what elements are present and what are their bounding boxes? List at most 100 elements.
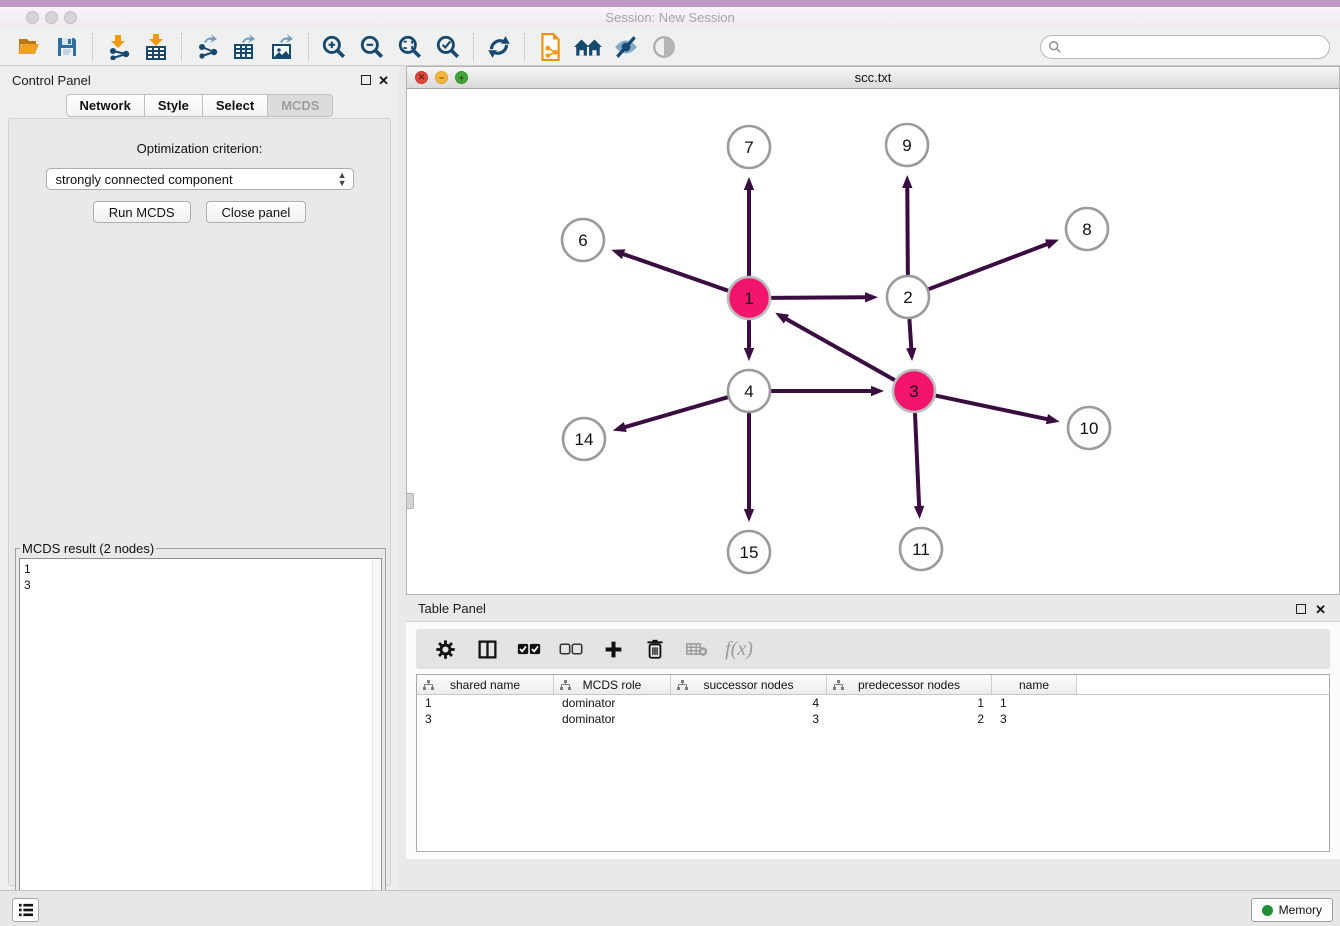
graph-node-9[interactable]: 9: [886, 124, 928, 166]
close-panel-icon[interactable]: ✕: [1315, 602, 1326, 618]
svg-text:9: 9: [902, 136, 911, 155]
svg-text:10: 10: [1080, 419, 1099, 438]
edge-4-14[interactable]: [624, 397, 728, 427]
table-cell[interactable]: 1: [417, 695, 554, 711]
zoom-selected-icon: [434, 34, 462, 60]
columns-button[interactable]: [474, 636, 500, 662]
edge-2-9[interactable]: [907, 187, 908, 275]
close-panel-button[interactable]: Close panel: [206, 201, 307, 223]
edge-3-1[interactable]: [786, 319, 895, 381]
zoom-in-button[interactable]: [315, 31, 353, 63]
memory-label: Memory: [1279, 903, 1322, 917]
network-canvas[interactable]: 7 9 6 8 1 2 4 3 14 10 15 11: [407, 89, 1339, 593]
hide-selected-button[interactable]: [607, 31, 645, 63]
export-table-button[interactable]: [226, 31, 264, 63]
graph-node-1[interactable]: 1: [728, 277, 770, 319]
network-graph[interactable]: 7 9 6 8 1 2 4 3 14 10 15 11: [407, 89, 1339, 593]
column-header-successor-nodes[interactable]: successor nodes: [671, 675, 827, 694]
svg-text:6: 6: [578, 231, 587, 250]
graph-node-2[interactable]: 2: [887, 276, 929, 318]
graph-node-10[interactable]: 10: [1068, 407, 1110, 449]
control-panel-tabs: NetworkStyleSelectMCDS: [0, 94, 399, 117]
network-view-title: scc.txt: [407, 70, 1339, 85]
toolbar-separator: [308, 33, 309, 61]
graph-node-11[interactable]: 11: [900, 528, 942, 570]
table-cell[interactable]: dominator: [554, 695, 671, 711]
edge-1-2[interactable]: [771, 297, 866, 298]
new-network-from-selection-button[interactable]: [531, 31, 569, 63]
table-cell[interactable]: 4: [671, 695, 827, 711]
add-row-button[interactable]: [600, 636, 626, 662]
arrowhead-icon: [865, 292, 878, 302]
node-table[interactable]: shared nameMCDS rolesuccessor nodesprede…: [416, 674, 1330, 852]
task-history-button[interactable]: [12, 898, 39, 922]
svg-text:4: 4: [744, 382, 753, 401]
export-image-icon: [269, 34, 297, 60]
edge-3-11[interactable]: [915, 413, 919, 507]
close-panel-icon[interactable]: ✕: [378, 73, 389, 89]
edge-2-3[interactable]: [909, 319, 911, 349]
select-all-button[interactable]: [516, 636, 542, 662]
edge-1-6[interactable]: [623, 254, 729, 291]
graph-node-6[interactable]: 6: [562, 219, 604, 261]
zoom-in-icon: [320, 34, 348, 60]
arrowhead-icon: [611, 249, 625, 259]
deselect-all-button[interactable]: [558, 636, 584, 662]
table-cell[interactable]: 3: [671, 711, 827, 727]
mcds-result-text[interactable]: 1 3: [19, 558, 382, 915]
table-cell[interactable]: 2: [827, 711, 992, 727]
graph-node-4[interactable]: 4: [728, 370, 770, 412]
table-cell[interactable]: dominator: [554, 711, 671, 727]
session-title: Session: New Session: [0, 10, 1340, 25]
delete-row-button[interactable]: [642, 636, 668, 662]
float-panel-icon[interactable]: [361, 75, 371, 85]
toolbar-separator: [92, 33, 93, 61]
zoom-selected-button[interactable]: [429, 31, 467, 63]
home-button[interactable]: [569, 31, 607, 63]
network-window-titlebar[interactable]: ✕ − + scc.txt: [407, 67, 1339, 89]
optimization-criterion-select[interactable]: strongly connected component ▲▼: [46, 168, 354, 190]
column-header-shared-name[interactable]: shared name: [417, 675, 554, 694]
import-network-button[interactable]: [99, 31, 137, 63]
search-input[interactable]: [1040, 35, 1330, 59]
column-header-name[interactable]: name: [992, 675, 1077, 694]
memory-button[interactable]: Memory: [1251, 898, 1333, 922]
table-settings-button[interactable]: [432, 636, 458, 662]
graph-node-14[interactable]: 14: [563, 418, 605, 460]
open-session-button[interactable]: [10, 31, 48, 63]
table-cell[interactable]: 1: [827, 695, 992, 711]
run-mcds-button[interactable]: Run MCDS: [93, 201, 191, 223]
tab-select[interactable]: Select: [202, 94, 268, 117]
table-cell[interactable]: 1: [992, 695, 1077, 711]
float-panel-icon[interactable]: [1296, 604, 1306, 614]
table-cell[interactable]: 3: [992, 711, 1077, 727]
panel-divider-grip[interactable]: [407, 493, 414, 509]
import-table-button[interactable]: [137, 31, 175, 63]
first-neighbors-button[interactable]: [480, 31, 518, 63]
tab-network[interactable]: Network: [66, 94, 145, 117]
edge-3-10[interactable]: [936, 396, 1048, 420]
node-table-rows: 1dominator4113dominator323: [417, 695, 1329, 727]
export-image-button[interactable]: [264, 31, 302, 63]
edge-2-8[interactable]: [929, 244, 1048, 289]
zoom-fit-button[interactable]: [391, 31, 429, 63]
export-network-button[interactable]: [188, 31, 226, 63]
table-cell[interactable]: 3: [417, 711, 554, 727]
tab-mcds[interactable]: MCDS: [267, 94, 333, 117]
table-row[interactable]: 3dominator323: [417, 711, 1329, 727]
column-header-predecessor-nodes[interactable]: predecessor nodes: [827, 675, 992, 694]
tab-style[interactable]: Style: [144, 94, 203, 117]
result-scrollbar[interactable]: [372, 560, 380, 913]
mcds-tab-content: Optimization criterion: strongly connect…: [8, 118, 391, 886]
table-row[interactable]: 1dominator411: [417, 695, 1329, 711]
graph-node-15[interactable]: 15: [728, 531, 770, 573]
graph-node-3[interactable]: 3: [893, 370, 935, 412]
graph-node-7[interactable]: 7: [728, 126, 770, 168]
graph-node-8[interactable]: 8: [1066, 208, 1108, 250]
column-header-MCDS-role[interactable]: MCDS role: [554, 675, 671, 694]
table-panel: Table Panel ✕: [406, 595, 1340, 890]
optimization-criterion-value: strongly connected component: [56, 172, 233, 187]
save-session-button[interactable]: [48, 31, 86, 63]
zoom-out-button[interactable]: [353, 31, 391, 63]
svg-text:15: 15: [740, 543, 759, 562]
